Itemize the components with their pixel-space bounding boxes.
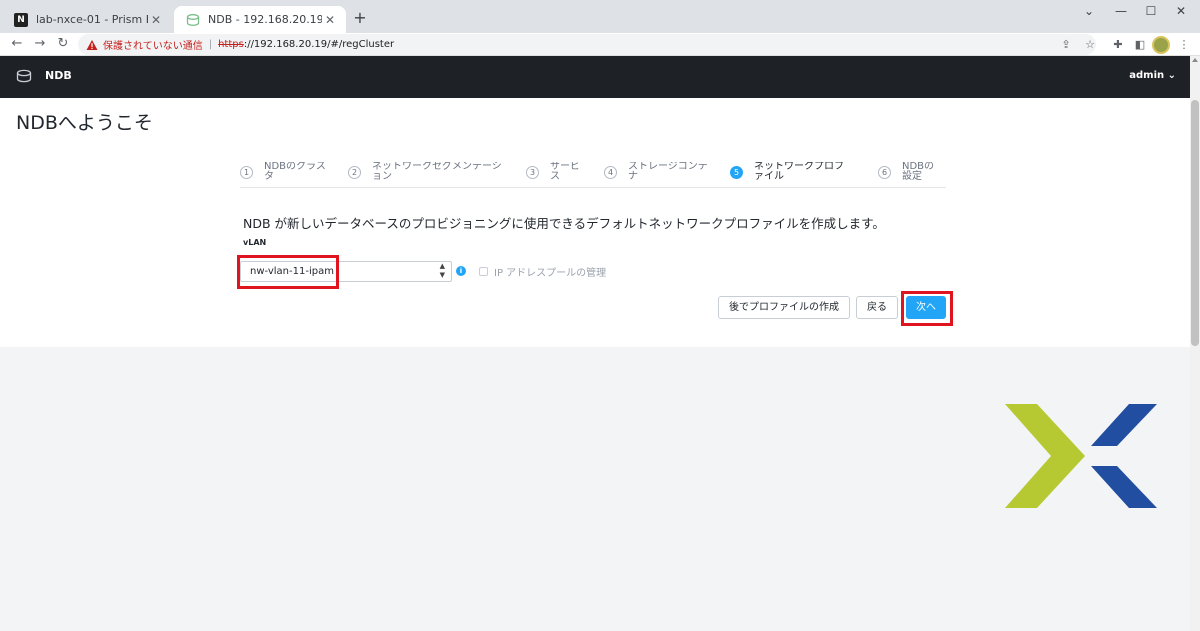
tab-title: NDB - 192.168.20.19	[208, 13, 322, 26]
step-label: サービス	[550, 162, 580, 182]
step-number: 3	[526, 166, 539, 179]
side-panel-icon[interactable]: ◧	[1132, 37, 1148, 53]
share-icon[interactable]: ⇪	[1058, 37, 1074, 53]
wizard-step-3[interactable]: 3 サービス	[526, 162, 584, 184]
address-separator: |	[208, 39, 213, 50]
step-label: ストレージコンテナ	[628, 162, 708, 182]
scroll-up-arrow-icon[interactable]	[1192, 58, 1198, 62]
url-scheme: https	[218, 39, 244, 50]
step-label: NDBの設定	[902, 162, 935, 182]
ip-pool-label: IP アドレスプールの管理	[494, 268, 607, 279]
address-bar[interactable]: 保護されていない通信 | https ://192.168.20.19/#/re…	[78, 34, 1096, 55]
create-profile-later-button[interactable]: 後でプロファイルの作成	[718, 296, 850, 319]
step-label: NDBのクラスタ	[264, 162, 326, 182]
page-scrollbar[interactable]	[1190, 56, 1200, 631]
wizard-step-6[interactable]: 6 NDBの設定	[878, 162, 946, 184]
profile-description: NDB が新しいデータベースのプロビジョニングに使用できるデフォルトネットワーク…	[243, 216, 885, 231]
ndb-favicon-icon	[186, 13, 200, 26]
maximize-icon[interactable]: ☐	[1136, 0, 1166, 24]
scrollbar-thumb[interactable]	[1191, 100, 1199, 346]
nutanix-logo-icon	[1005, 404, 1157, 508]
new-tab-plus-icon[interactable]: +	[350, 8, 370, 28]
step-number: 4	[604, 166, 617, 179]
step-label: ネットワークセグメンテーション	[372, 162, 502, 182]
browser-tab-prism[interactable]: N lab-nxce-01 - Prism Element ✕	[2, 6, 172, 33]
annotation-highlight-vlan	[237, 255, 339, 289]
url-rest: ://192.168.20.19/#/regCluster	[243, 39, 395, 50]
not-secure-label: 保護されていない通信	[103, 41, 203, 52]
back-arrow-icon[interactable]: ←	[8, 35, 26, 53]
step-label: ネットワークプロファイル	[754, 162, 844, 182]
profile-avatar[interactable]	[1152, 36, 1170, 54]
tab-title: lab-nxce-01 - Prism Element	[36, 13, 148, 26]
app-title: NDB	[45, 69, 72, 82]
wizard-step-4[interactable]: 4 ストレージコンテナ	[604, 162, 714, 184]
chrome-menu-icon[interactable]: ⋮	[1176, 37, 1192, 53]
wizard-steps: 1 NDBのクラスタ 2 ネットワークセグメンテーション 3 サービス 4 スト…	[240, 158, 946, 188]
vlan-label: vLAN	[243, 238, 267, 247]
user-menu[interactable]: admin ⌄	[1129, 70, 1176, 81]
step-number: 6	[878, 166, 891, 179]
wizard-step-1[interactable]: 1 NDBのクラスタ	[240, 162, 328, 184]
select-updown-icon: ▲ ▼	[439, 262, 445, 279]
reload-icon[interactable]: ↻	[54, 35, 72, 53]
minimize-icon[interactable]: —	[1106, 0, 1136, 24]
nutanix-favicon-icon: N	[14, 12, 28, 27]
wizard-step-2[interactable]: 2 ネットワークセグメンテーション	[348, 162, 506, 184]
ip-pool-checkbox[interactable]	[479, 267, 488, 276]
browser-toolbar: ← → ↻ 保護されていない通信 | https ://192.168.20.1…	[0, 33, 1200, 56]
wizard-step-5[interactable]: 5 ネットワークプロファイル	[730, 162, 854, 184]
close-icon[interactable]: ✕	[148, 13, 164, 27]
window-close-icon[interactable]: ✕	[1166, 0, 1196, 24]
extensions-puzzle-icon[interactable]: ✚	[1110, 37, 1126, 53]
browser-tab-ndb[interactable]: NDB - 192.168.20.19 ✕	[174, 6, 346, 33]
step-number: 5	[730, 166, 743, 179]
page-title: NDBへようこそ	[16, 112, 153, 134]
ndb-database-icon[interactable]	[16, 69, 32, 83]
forward-arrow-icon[interactable]: →	[31, 35, 49, 53]
info-icon[interactable]: i	[456, 266, 466, 276]
bookmark-star-icon[interactable]: ☆	[1082, 37, 1098, 53]
back-button[interactable]: 戻る	[856, 296, 898, 319]
tab-search-chevron-icon[interactable]: ⌄	[1074, 0, 1104, 24]
warning-triangle-icon	[86, 39, 98, 50]
step-number: 2	[348, 166, 361, 179]
welcome-card: NDBへようこそ 1 NDBのクラスタ 2 ネットワークセグメンテーション 3 …	[0, 98, 1190, 347]
annotation-highlight-next	[901, 291, 953, 326]
app-header: NDB admin ⌄	[0, 56, 1190, 98]
step-number: 1	[240, 166, 253, 179]
browser-tab-strip: N lab-nxce-01 - Prism Element ✕ NDB - 19…	[0, 0, 1200, 33]
close-icon[interactable]: ✕	[322, 13, 338, 27]
